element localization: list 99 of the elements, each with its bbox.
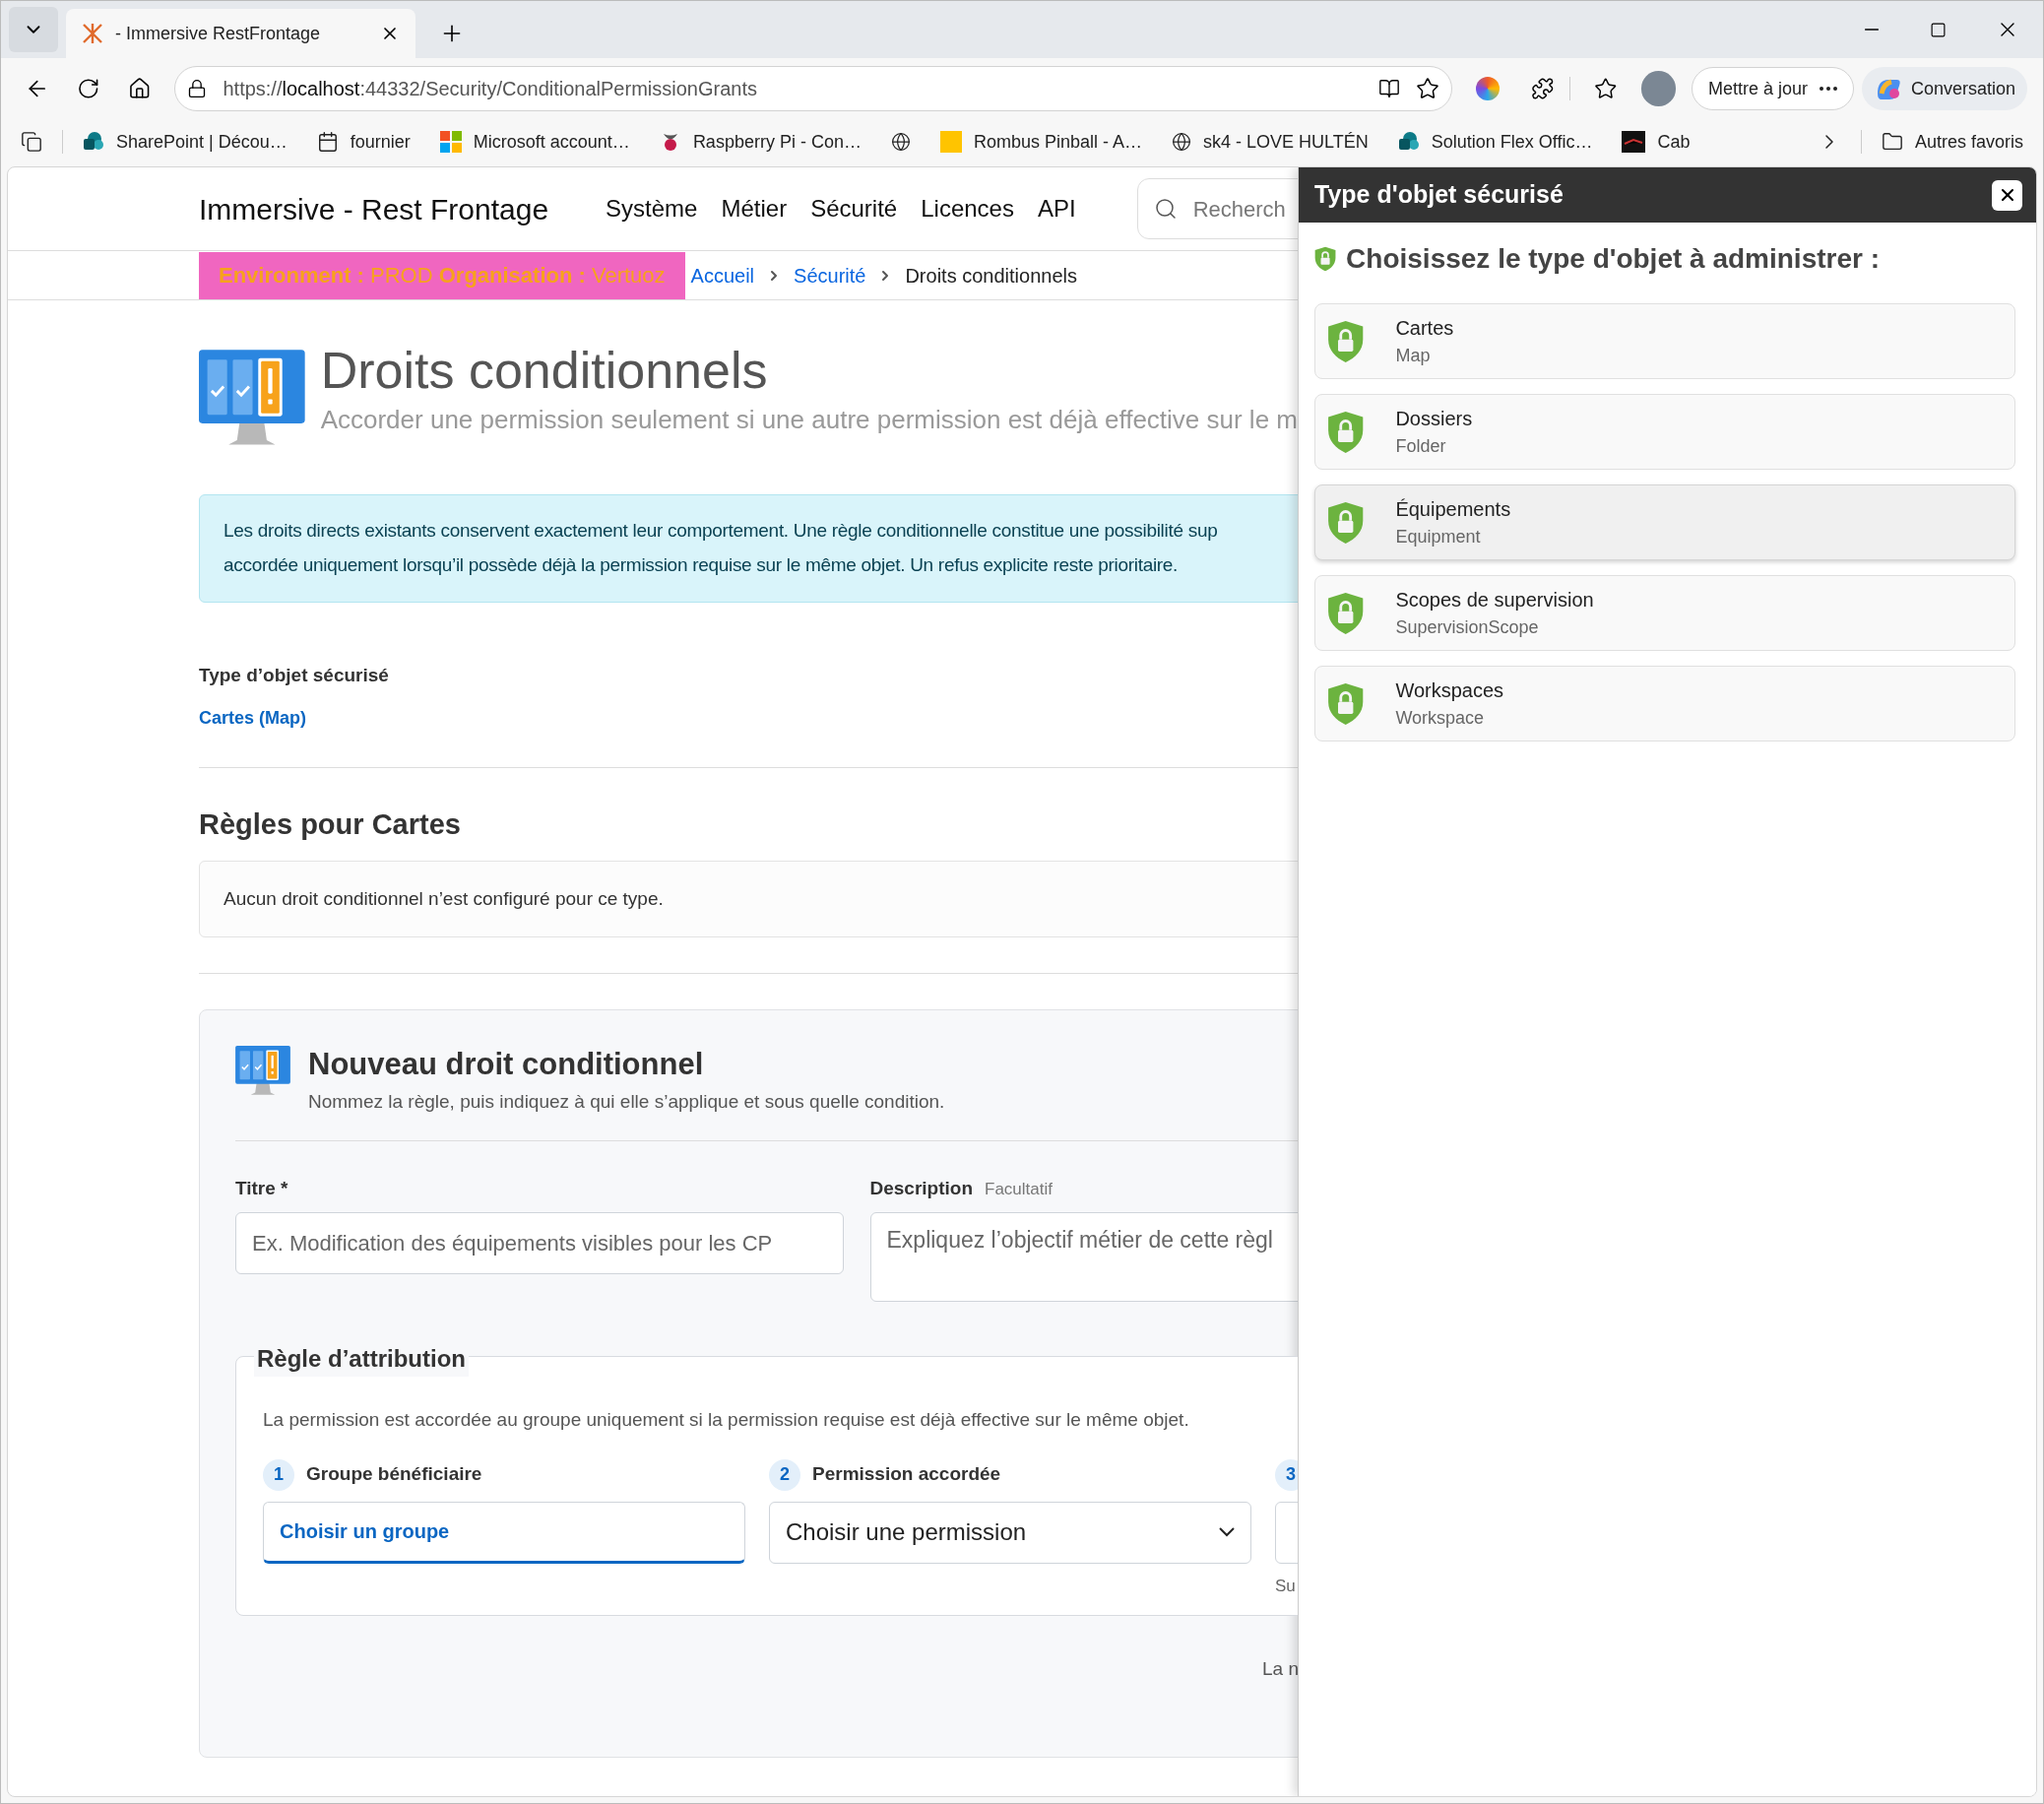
drawer-title: Type d'objet sécurisé [1314,179,1564,211]
item-title: Workspaces [1395,678,1504,703]
bookmark[interactable]: Rombus Pinball - A… [939,128,1142,156]
home-icon[interactable] [127,77,152,100]
bookmark[interactable]: Raspberry Pi - Con… [659,128,862,156]
close-button[interactable] [1992,179,2022,211]
item-subtitle: SupervisionScope [1395,616,1540,639]
tab-title: - Immersive RestFrontage [115,22,322,45]
bookmark[interactable]: Cab [1622,128,1691,156]
object-type-item[interactable]: Scopes de supervision SupervisionScope [1314,575,2015,651]
update-button[interactable]: Mettre à jour [1691,67,1854,110]
shield-lock-icon [1327,681,1365,726]
item-subtitle: Map [1395,345,1432,367]
nav-link[interactable]: API [1037,191,1076,226]
field-label: Description [869,1176,974,1200]
field-label: Type d’objet sécurisé [199,664,390,687]
rule-description: La permission est accordée au groupe uniquement si la permission requise est déjà effective sur le même objet. [263,1408,1190,1433]
bookmark[interactable]: fournier [316,128,411,156]
bookmark[interactable]: Solution Flex Offic… [1397,128,1593,156]
bookmark[interactable]: SharePoint | Décou… [83,128,287,156]
item-title: Cartes [1395,316,1454,341]
item-subtitle: Workspace [1395,707,1486,730]
object-type-item[interactable]: Cartes Map [1314,303,2015,379]
folder-icon [1881,131,1903,153]
step-number: 1 [263,1458,294,1491]
chevron-down-icon [1219,1527,1235,1538]
field-hint: Su [1275,1575,1297,1597]
environment-banner: Environment : PROD Organisation : Vertuoz [199,251,685,299]
shield-lock-icon [1327,500,1365,545]
favorites-icon[interactable] [1594,77,1618,100]
other-favorites-folder[interactable]: Autres favoris [1881,128,2023,156]
step-label: Permission accordée [812,1462,1001,1487]
browser-tab[interactable]: - Immersive RestFrontage [66,9,415,58]
card-title: Nouveau droit conditionnel [308,1046,705,1083]
bookmark[interactable]: Microsoft account… [439,128,630,156]
group-picker[interactable]: Choisir un groupe [263,1501,745,1564]
shield-lock-icon [1327,410,1365,454]
title-input-field[interactable]: Ex. Modification des équipements visibles pour les CP [235,1212,844,1275]
square-icon [939,131,962,153]
profile-avatar[interactable] [1640,71,1676,106]
page-subtitle: Accorder une permission seulement si une autre permission est déjà effective sur le m [320,404,1298,437]
object-type-item[interactable]: Équipements Equipment [1314,484,2015,560]
address-bar[interactable]: https://localhost:44332/Security/ConditionalPermissionGrants [174,66,1453,111]
field-label: Titre * [235,1176,289,1200]
breadcrumb-link[interactable]: Sécurité [794,260,866,290]
optional-hint: Facultatif [985,1178,1053,1200]
nav-link[interactable]: Système [606,191,698,226]
step-number: 2 [769,1458,800,1491]
shield-lock-icon [1327,319,1365,363]
collections-icon[interactable] [21,131,42,153]
monitor-checklist-icon [235,1046,290,1098]
alert-text: Les droits directs existants conservent exactement leur comportement. Une règle conditionnelle constitue une possibilité sup [224,519,1219,544]
reload-icon[interactable] [77,77,100,100]
item-subtitle: Equipment [1395,526,1482,548]
page-title: Droits conditionnels [320,341,769,401]
url-text: https://localhost:44332/Security/ConditionalPermissionGrants [223,77,758,101]
breadcrumb-link[interactable]: Accueil [690,260,755,290]
bookmark[interactable] [890,132,911,152]
extensions-icon[interactable] [1530,77,1555,100]
globe-icon [890,132,911,152]
object-type-item[interactable]: Dossiers Folder [1314,394,2015,470]
breadcrumb-current: Droits conditionnels [905,263,1077,289]
reader-icon[interactable] [1378,78,1401,99]
dark-tile-icon [1622,131,1646,153]
cloud-people-icon [83,131,104,153]
star-logo-icon [82,23,103,44]
card-subtitle: Nommez la règle, puis indiquez à qui elle s’applique et sous quelle condition. [308,1090,945,1115]
drawer-heading: Choisissez le type d'objet à administrer : [1346,242,1880,276]
object-type-item[interactable]: Workspaces Workspace [1314,666,2015,741]
brand-title[interactable]: Immersive - Rest Frontage [199,186,549,231]
calendar-icon [316,131,339,153]
bookmark[interactable]: sk4 - LOVE HULTÉN [1172,128,1369,156]
globe-icon [1172,132,1191,152]
search-icon [1153,197,1178,221]
favorite-star-icon[interactable] [1416,77,1440,100]
item-title: Scopes de supervision [1395,588,1594,612]
nav-link[interactable]: Sécurité [810,191,898,226]
four-squares-icon [439,131,462,153]
step-label: Groupe bénéficiaire [306,1462,482,1487]
item-title: Dossiers [1395,407,1473,431]
footer-note: La n [1262,1657,1298,1682]
nav-link[interactable]: Licences [921,191,1014,226]
maximize-icon[interactable] [1930,22,1947,38]
cloud-people-icon [1397,131,1420,153]
object-type-link[interactable]: Cartes (Map) [199,705,307,733]
more-icon [1819,87,1837,91]
description-textarea[interactable]: Expliquez l’objectif métier de cette règl [869,1212,1298,1303]
alert-text: accordée uniquement lorsqu’il possède déjà la permission requise sur le même objet. Un refus explicite reste prioritaire. [224,553,1180,577]
item-subtitle: Folder [1395,435,1447,458]
empty-state-card: Aucun droit conditionnel n’est configuré pour ce type. [199,861,1298,937]
copilot-button[interactable]: Conversation [1861,67,2028,110]
shield-lock-icon [1314,246,1337,272]
step-number: 3 [1275,1458,1298,1491]
shield-lock-icon [1327,591,1365,635]
permission-select[interactable]: Choisir une permission [769,1501,1251,1564]
section-heading: Règles pour Cartes [199,807,462,843]
nav-link[interactable]: Métier [721,191,788,226]
site-info-icon[interactable] [187,79,208,98]
item-title: Équipements [1395,497,1511,522]
